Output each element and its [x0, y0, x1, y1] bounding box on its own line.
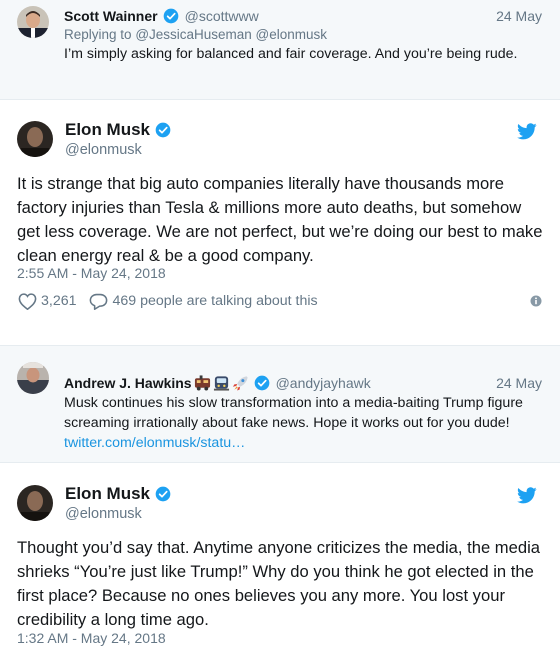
verified-badge-icon — [163, 8, 178, 24]
like-button[interactable]: 3,261 — [18, 292, 77, 310]
tweet-link[interactable]: twitter.com/elonmusk/statu… — [64, 435, 245, 451]
heart-icon — [18, 292, 37, 310]
author-handle[interactable]: @elonmusk — [65, 140, 171, 160]
reply-tweet-scott[interactable]: Scott Wainner @scottwww 24 May Replying … — [0, 0, 560, 100]
author-name[interactable]: Elon Musk — [65, 120, 150, 140]
avatar[interactable] — [17, 121, 53, 157]
embedded-tweet-2: Elon Musk @elonmusk Thought you’d say th… — [0, 463, 560, 653]
replying-mentions[interactable]: @JessicaHuseman @elonmusk — [135, 27, 327, 42]
embedded-tweet-1: Elon Musk @elonmusk It is strange that b… — [0, 100, 560, 345]
tweet-text: I’m simply asking for balanced and fair … — [64, 46, 518, 62]
avatar[interactable] — [17, 485, 53, 521]
rocket-emoji-icon — [232, 376, 248, 391]
tweet-date[interactable]: 24 May — [496, 8, 542, 24]
verified-badge-icon — [155, 122, 171, 138]
avatar[interactable] — [17, 6, 49, 38]
author-name[interactable]: Elon Musk — [65, 484, 150, 504]
verified-badge-icon — [254, 375, 269, 391]
author-handle[interactable]: @scottwww — [185, 8, 259, 24]
author-name[interactable]: Scott Wainner — [64, 8, 158, 24]
speech-bubble-icon — [89, 293, 107, 310]
verified-badge-icon — [155, 486, 171, 502]
tweet-timestamp[interactable]: 1:32 AM - May 24, 2018 — [17, 630, 166, 646]
tweet-actions: 3,261 469 people are talking about this — [18, 290, 542, 312]
reply-tweet-andrew[interactable]: Andrew J. Hawkins @andyjayhawk 24 May Mu… — [0, 345, 560, 463]
tweet-text: Thought you’d say that. Anytime anyone c… — [17, 538, 540, 629]
talking-count: 469 people are talking about this — [112, 293, 318, 309]
replying-to-line: Replying to @JessicaHuseman @elonmusk — [64, 26, 542, 44]
twitter-bird-icon[interactable] — [517, 487, 537, 504]
train-emoji-icon — [194, 375, 210, 391]
like-count: 3,261 — [41, 293, 77, 309]
tweet-text: It is strange that big auto companies li… — [17, 174, 543, 265]
tweet-date[interactable]: 24 May — [496, 375, 542, 391]
author-handle[interactable]: @andyjayhawk — [276, 375, 371, 391]
replying-prefix: Replying to — [64, 27, 132, 42]
conversation-link[interactable]: 469 people are talking about this — [89, 293, 318, 310]
info-icon[interactable] — [530, 295, 542, 307]
author-handle[interactable]: @elonmusk — [65, 504, 171, 524]
tweet-timestamp[interactable]: 2:55 AM - May 24, 2018 — [17, 265, 166, 281]
metro-emoji-icon — [213, 376, 229, 391]
avatar[interactable] — [17, 362, 49, 394]
tweet-text-body: Musk continues his slow transformation i… — [64, 395, 523, 431]
tweet-text: Musk continues his slow transformation i… — [64, 393, 542, 453]
twitter-bird-icon[interactable] — [517, 123, 537, 140]
author-name[interactable]: Andrew J. Hawkins — [64, 375, 192, 391]
